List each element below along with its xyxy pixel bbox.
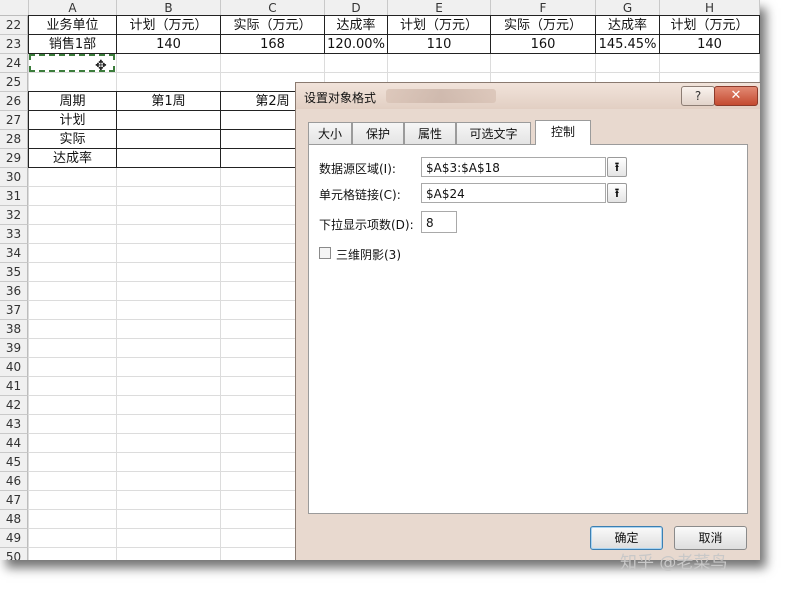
cell-23-c[interactable]: 168: [220, 34, 325, 54]
cell-28-a[interactable]: 实际: [28, 129, 117, 149]
tab-properties[interactable]: 属性: [404, 122, 456, 144]
cell-28-b[interactable]: [116, 129, 221, 149]
cell-29-a[interactable]: 达成率: [28, 148, 117, 168]
dialog-titlebar[interactable]: 设置对象格式 ? ✕: [296, 83, 760, 109]
row-header-27[interactable]: 27: [0, 111, 28, 130]
cell-29-b[interactable]: [116, 148, 221, 168]
blurred-title-area: [386, 89, 496, 103]
dropdown-lines-label: 下拉显示项数(D):: [319, 218, 414, 232]
input-range-label: 数据源区域(I):: [319, 162, 396, 176]
column-header-e[interactable]: E: [388, 0, 491, 16]
input-range-collapse-button[interactable]: ⭱: [607, 157, 627, 177]
column-header-c[interactable]: C: [221, 0, 325, 16]
tab-protection[interactable]: 保护: [352, 122, 404, 144]
cell-27-a[interactable]: 计划: [28, 110, 117, 130]
row-header-32[interactable]: 32: [0, 206, 28, 225]
cell-link-field[interactable]: $A$24: [421, 183, 606, 203]
row-header-42[interactable]: 42: [0, 396, 28, 415]
row-header-49[interactable]: 49: [0, 529, 28, 548]
row-header-29[interactable]: 29: [0, 149, 28, 168]
cell-27-b[interactable]: [116, 110, 221, 130]
column-header-g[interactable]: G: [596, 0, 660, 16]
column-header-b[interactable]: B: [117, 0, 221, 16]
cell-26-b[interactable]: 第1周: [116, 91, 221, 111]
cell-22-d[interactable]: 达成率: [324, 15, 388, 35]
cell-22-c[interactable]: 实际（万元）: [220, 15, 325, 35]
spreadsheet-window: A B C D E F G H 22 23 24 25 26 27 28 29 30 31 32 33 34 35 36 37…: [0, 0, 760, 560]
row-header-30[interactable]: 30: [0, 168, 28, 187]
column-header-a[interactable]: A: [29, 0, 117, 16]
format-object-dialog: 设置对象格式 ? ✕ 大小 保护 属性 可选文字 控制 数据源区域(I): $A…: [295, 82, 760, 560]
row-header-43[interactable]: 43: [0, 415, 28, 434]
cell-22-b[interactable]: 计划（万元）: [116, 15, 221, 35]
row-header-25[interactable]: 25: [0, 73, 28, 92]
row-header-39[interactable]: 39: [0, 339, 28, 358]
row-header-45[interactable]: 45: [0, 453, 28, 472]
row-header-47[interactable]: 47: [0, 491, 28, 510]
column-header-h[interactable]: H: [660, 0, 760, 16]
dialog-title: 设置对象格式: [304, 91, 377, 105]
control-panel: 数据源区域(I): $A$3:$A$18 ⭱ 单元格链接(C): $A$24 ⭱…: [308, 144, 748, 514]
cell-23-d[interactable]: 120.00%: [324, 34, 388, 54]
row-header-31[interactable]: 31: [0, 187, 28, 206]
ok-button[interactable]: 确定: [590, 526, 663, 550]
3d-shading-checkbox[interactable]: [319, 247, 331, 259]
row-header-41[interactable]: 41: [0, 377, 28, 396]
cell-23-h[interactable]: 140: [659, 34, 760, 54]
cell-23-a[interactable]: 销售1部: [28, 34, 117, 54]
row-header-34[interactable]: 34: [0, 244, 28, 263]
row-header-38[interactable]: 38: [0, 320, 28, 339]
row-header-44[interactable]: 44: [0, 434, 28, 453]
row-header-50[interactable]: 50: [0, 548, 28, 560]
cancel-button[interactable]: 取消: [674, 526, 747, 550]
cell-23-g[interactable]: 145.45%: [595, 34, 660, 54]
3d-shading-label: 三维阴影(3): [336, 248, 401, 262]
help-button[interactable]: ?: [681, 86, 715, 106]
row-header-46[interactable]: 46: [0, 472, 28, 491]
cell-link-label: 单元格链接(C):: [319, 188, 401, 202]
row-header-36[interactable]: 36: [0, 282, 28, 301]
tab-control[interactable]: 控制: [535, 120, 591, 145]
tab-alt-text[interactable]: 可选文字: [456, 122, 531, 144]
cell-23-e[interactable]: 110: [387, 34, 491, 54]
row-header-24[interactable]: 24: [0, 54, 28, 73]
row-header-28[interactable]: 28: [0, 130, 28, 149]
input-range-field[interactable]: $A$3:$A$18: [421, 157, 606, 177]
row-header-33[interactable]: 33: [0, 225, 28, 244]
row-header-26[interactable]: 26: [0, 92, 28, 111]
close-button[interactable]: ✕: [714, 86, 758, 106]
gridline-h: [29, 72, 760, 73]
row-header-22[interactable]: 22: [0, 16, 28, 35]
cell-22-a[interactable]: 业务单位: [28, 15, 117, 35]
column-header-d[interactable]: D: [325, 0, 388, 16]
tab-size[interactable]: 大小: [308, 122, 352, 144]
corner-cell[interactable]: [0, 0, 29, 16]
row-header-40[interactable]: 40: [0, 358, 28, 377]
column-header-f[interactable]: F: [491, 0, 596, 16]
cell-link-collapse-button[interactable]: ⭱: [607, 183, 627, 203]
watermark: 知乎 @老菜鸟: [620, 553, 728, 573]
row-header-48[interactable]: 48: [0, 510, 28, 529]
cell-26-a[interactable]: 周期: [28, 91, 117, 111]
row-header-35[interactable]: 35: [0, 263, 28, 282]
move-cursor-icon: ✥: [95, 58, 107, 74]
cell-23-f[interactable]: 160: [490, 34, 596, 54]
dropdown-lines-field[interactable]: 8: [421, 211, 457, 233]
row-header-37[interactable]: 37: [0, 301, 28, 320]
cell-22-h[interactable]: 计划（万元）: [659, 15, 760, 35]
row-header-23[interactable]: 23: [0, 35, 28, 54]
cell-22-e[interactable]: 计划（万元）: [387, 15, 491, 35]
cell-23-b[interactable]: 140: [116, 34, 221, 54]
cell-22-g[interactable]: 达成率: [595, 15, 660, 35]
cell-22-f[interactable]: 实际（万元）: [490, 15, 596, 35]
